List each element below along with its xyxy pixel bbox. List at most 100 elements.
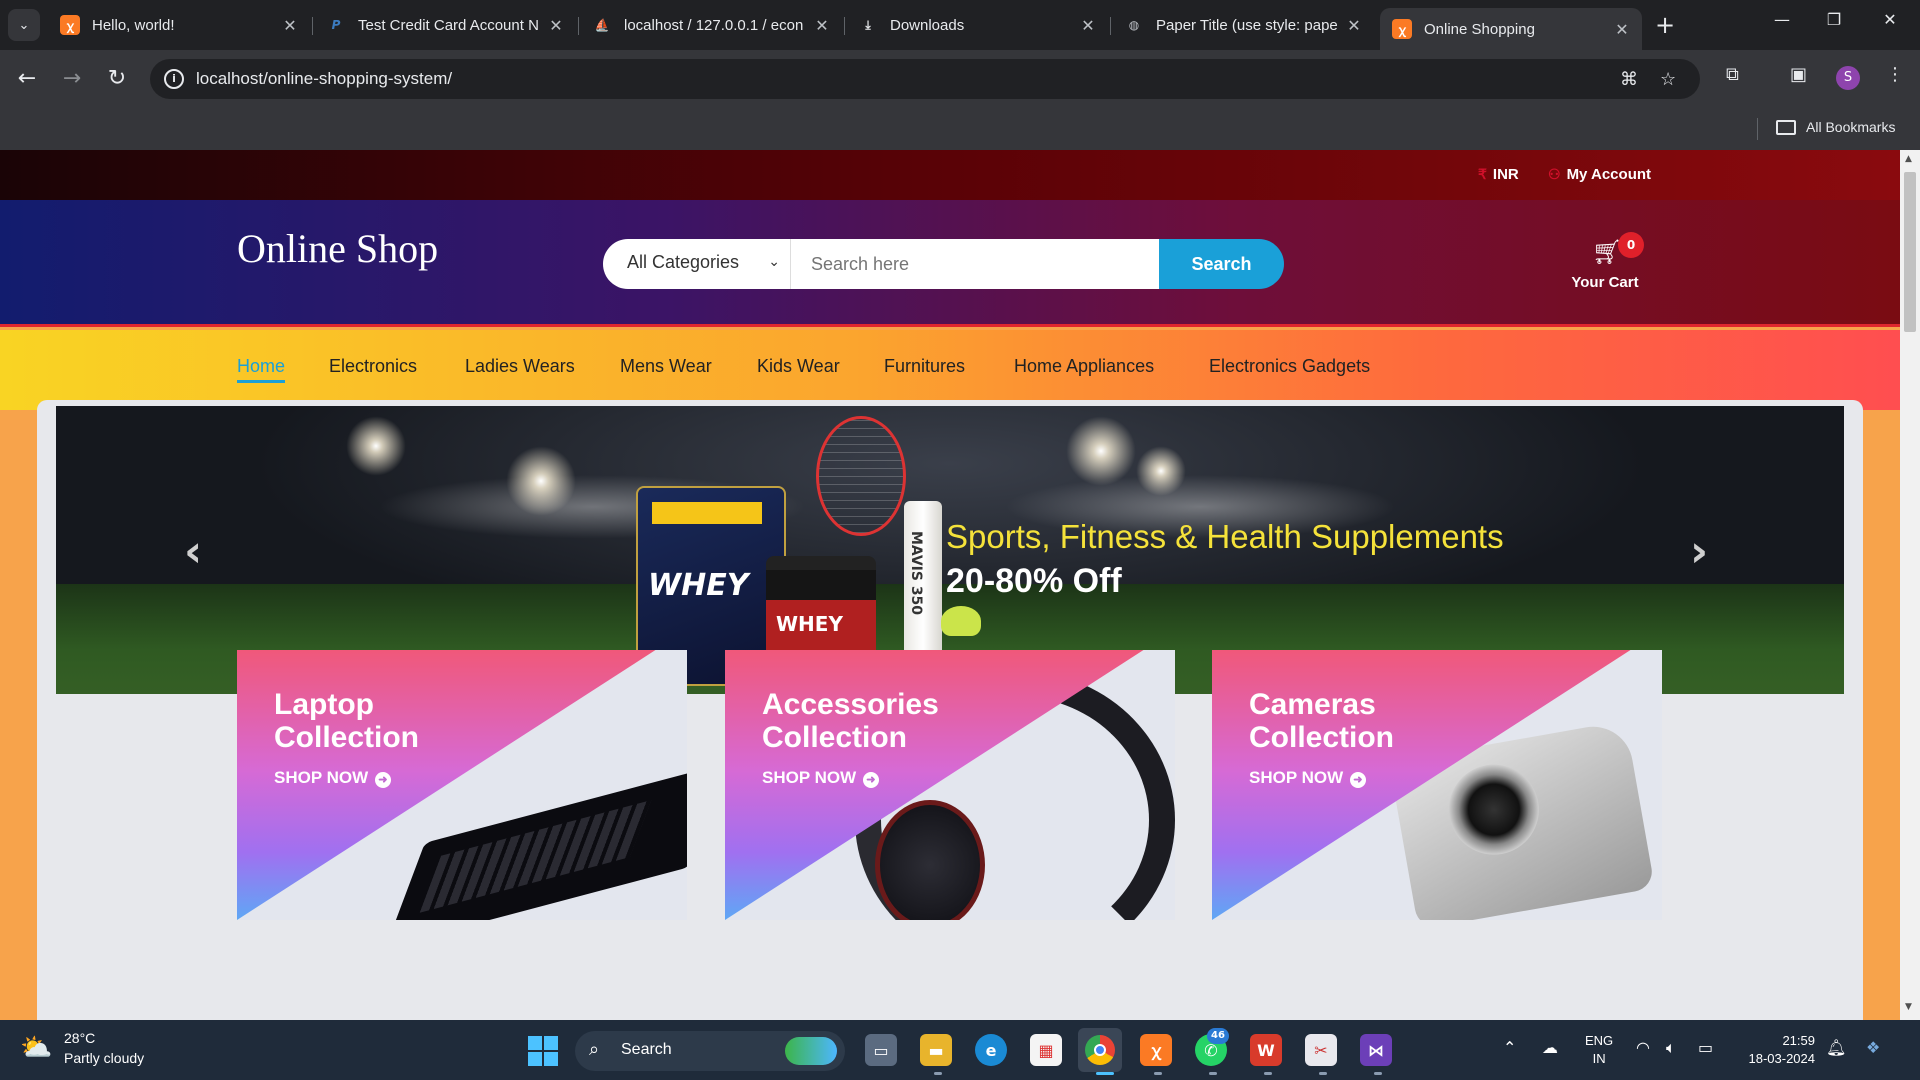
language-indicator[interactable]: ENG IN <box>1585 1032 1613 1068</box>
xampp-icon[interactable]: ꭓ <box>1140 1034 1172 1066</box>
close-icon[interactable]: ✕ <box>812 16 832 35</box>
task-view-icon[interactable]: ▭ <box>865 1034 897 1066</box>
category-value: All Categories <box>627 252 740 272</box>
nav-home[interactable]: Home <box>237 356 286 383</box>
scroll-thumb[interactable] <box>1904 172 1916 332</box>
battery-icon[interactable]: ▭ <box>1698 1038 1713 1057</box>
currency-link[interactable]: ₹ INR <box>1478 166 1519 183</box>
tab-paypal[interactable]: P Test Credit Card Account N ✕ <box>314 8 576 42</box>
profile-avatar[interactable]: S <box>1836 66 1860 90</box>
weather-condition: Partly cloudy <box>64 1050 145 1066</box>
wps-office-icon[interactable]: W <box>1250 1034 1282 1066</box>
edge-icon[interactable]: e <box>975 1034 1007 1066</box>
nav-mens-wear[interactable]: Mens Wear <box>620 356 712 377</box>
show-hidden-icons[interactable]: ⌃ <box>1503 1038 1516 1057</box>
xampp-icon: ꭓ <box>60 15 80 35</box>
nav-home-appliances[interactable]: Home Appliances <box>1014 356 1154 377</box>
cart-count-badge: 0 <box>1618 232 1644 258</box>
back-button[interactable]: ← <box>14 66 40 92</box>
shop-now-link[interactable]: SHOP NOW ➜ <box>274 768 391 788</box>
copilot-icon[interactable]: ❖ <box>1866 1038 1880 1057</box>
language-code: ENG <box>1585 1033 1614 1048</box>
nav-electronics[interactable]: Electronics <box>329 356 417 377</box>
visual-studio-icon[interactable]: ⋈ <box>1360 1034 1392 1066</box>
windows-logo-pane <box>544 1052 558 1066</box>
store-icon[interactable]: ▦ <box>1030 1034 1062 1066</box>
nav-kids-wear[interactable]: Kids Wear <box>757 356 840 377</box>
close-icon[interactable]: ✕ <box>280 16 300 35</box>
tab-phpmyadmin[interactable]: ⛵ localhost / 127.0.0.1 / econ ✕ <box>580 8 842 42</box>
reload-button[interactable]: ↻ <box>104 66 130 92</box>
my-account-link[interactable]: ⚇ My Account <box>1548 166 1651 183</box>
tab-divider <box>1110 17 1111 35</box>
folder-icon <box>1776 120 1796 135</box>
start-button[interactable] <box>528 1036 558 1066</box>
tab-divider <box>844 17 845 35</box>
tab-downloads[interactable]: ⤓ Downloads ✕ <box>846 8 1108 42</box>
volume-icon[interactable]: 🔈︎ <box>1666 1038 1676 1058</box>
close-icon[interactable]: ✕ <box>1612 20 1632 39</box>
collection-card-cameras[interactable]: Cameras Collection SHOP NOW ➜ <box>1212 650 1662 920</box>
headphone-earcup <box>875 800 985 920</box>
scroll-down-icon[interactable]: ▼ <box>1905 1002 1912 1012</box>
site-info-icon[interactable]: i <box>164 69 184 89</box>
nav-furnitures[interactable]: Furnitures <box>884 356 965 377</box>
collection-card-accessories[interactable]: Accessories Collection SHOP NOW ➜ <box>725 650 1175 920</box>
snipping-tool-icon[interactable]: ✂ <box>1305 1034 1337 1066</box>
chrome-icon <box>1085 1035 1115 1065</box>
tab-title: Online Shopping <box>1424 20 1535 38</box>
notification-bell-icon[interactable]: 🔔︎ <box>1826 1038 1846 1057</box>
system-clock[interactable]: 21:59 18-03-2024 <box>1735 1032 1816 1068</box>
carousel-next-icon[interactable]: › <box>1690 526 1708 577</box>
category-select[interactable]: All Categories ⌄ <box>603 239 791 289</box>
bookmark-star-icon[interactable]: ☆ <box>1660 69 1676 90</box>
page-scrollbar[interactable]: ▲ ▼ <box>1900 150 1920 1020</box>
translate-icon[interactable]: ⌘ <box>1620 69 1638 90</box>
xampp-icon: ꭓ <box>1392 19 1412 39</box>
currency-label: INR <box>1492 166 1519 183</box>
chrome-app[interactable] <box>1078 1028 1122 1072</box>
wifi-icon[interactable]: ◠ <box>1636 1038 1650 1057</box>
site-logo[interactable]: Online Shop <box>237 225 438 272</box>
collection-title-line: Accessories <box>762 688 939 721</box>
forward-button[interactable]: → <box>59 66 85 92</box>
restore-button[interactable]: ❐ <box>1814 10 1854 29</box>
tab-hello-world[interactable]: ꭓ Hello, world! ✕ <box>48 8 310 42</box>
tab-paper-title[interactable]: ◍ Paper Title (use style: pape ✕ <box>1112 8 1374 42</box>
more-menu-icon[interactable]: ⋮ <box>1886 64 1904 85</box>
taskbar-search[interactable]: ⌕ Search <box>575 1031 845 1071</box>
nav-electronics-gadgets[interactable]: Electronics Gadgets <box>1209 356 1370 377</box>
address-bar[interactable]: i localhost/online-shopping-system/ ⌘ ☆ <box>150 59 1700 99</box>
close-icon[interactable]: ✕ <box>1344 16 1364 35</box>
weather-temp: 28°C <box>64 1030 96 1046</box>
new-tab-button[interactable]: + <box>1650 10 1680 40</box>
search-input[interactable] <box>791 239 1161 289</box>
tab-title: Test Credit Card Account N <box>358 16 539 34</box>
carousel-prev-icon[interactable]: ‹ <box>184 526 202 577</box>
scroll-up-icon[interactable]: ▲ <box>1905 154 1912 164</box>
minimize-button[interactable]: — <box>1762 10 1802 29</box>
onedrive-icon[interactable]: ☁ <box>1542 1038 1558 1057</box>
collection-card-laptop[interactable]: Laptop Collection SHOP NOW ➜ <box>237 650 687 920</box>
close-icon[interactable]: ✕ <box>1078 16 1098 35</box>
keyboard <box>419 800 652 913</box>
search-button[interactable]: Search <box>1159 239 1284 289</box>
url-text[interactable]: localhost/online-shopping-system/ <box>196 69 452 89</box>
nav-ladies-wears[interactable]: Ladies Wears <box>465 356 575 377</box>
tab-search-button[interactable]: ⌄ <box>8 9 40 41</box>
cart-label: Your Cart <box>1571 274 1639 291</box>
all-bookmarks[interactable]: All Bookmarks <box>1806 119 1895 135</box>
account-label: My Account <box>1566 166 1652 183</box>
tab-online-shopping[interactable]: ꭓ Online Shopping ✕ <box>1380 8 1642 50</box>
running-indicator <box>1319 1072 1327 1075</box>
shop-now-link[interactable]: SHOP NOW ➜ <box>1249 768 1366 788</box>
tab-divider <box>578 17 579 35</box>
side-panel-icon[interactable]: ▣ <box>1790 64 1807 85</box>
cart-link[interactable]: 🛒︎ 0 Your Cart <box>1560 232 1650 302</box>
shop-now-link[interactable]: SHOP NOW ➜ <box>762 768 879 788</box>
tab-title: localhost / 127.0.0.1 / econ <box>624 16 804 34</box>
close-icon[interactable]: ✕ <box>546 16 566 35</box>
extensions-icon[interactable]: ⧉ <box>1726 64 1739 85</box>
file-explorer-icon[interactable]: ▬ <box>920 1034 952 1066</box>
close-window-button[interactable]: ✕ <box>1870 10 1910 29</box>
